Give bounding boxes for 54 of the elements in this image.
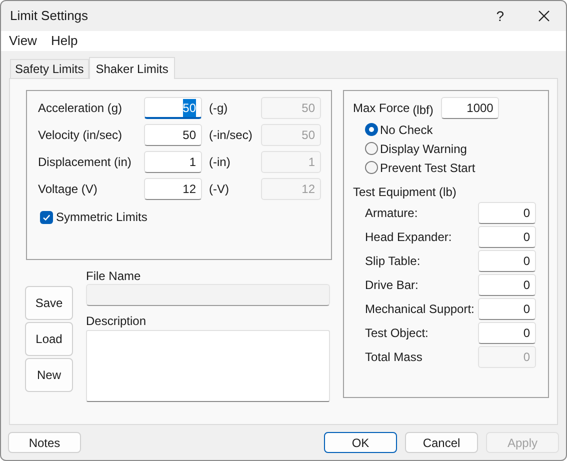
radio-button[interactable] bbox=[365, 123, 378, 136]
input-field[interactable]: 0 bbox=[478, 322, 536, 344]
field-label: Test Object: bbox=[365, 325, 430, 342]
radio-label: Display Warning bbox=[380, 140, 467, 158]
field-label: (-in) bbox=[209, 154, 232, 171]
unit-label: (lbf) bbox=[412, 102, 434, 119]
input-field[interactable]: 50 bbox=[144, 124, 202, 146]
field-label: Head Expander: bbox=[365, 229, 453, 246]
checkbox[interactable] bbox=[40, 210, 53, 224]
max-force-field[interactable]: 1000 bbox=[441, 97, 500, 119]
field-label: Slip Table: bbox=[365, 253, 422, 270]
input-field[interactable]: 1 bbox=[144, 151, 202, 173]
input-field[interactable]: 50 bbox=[144, 97, 202, 119]
field-label: Acceleration (g) bbox=[38, 100, 124, 117]
field-label: Armature: bbox=[365, 205, 419, 222]
field-label: Max Force bbox=[353, 100, 410, 117]
file-button[interactable]: Save bbox=[25, 286, 73, 320]
notes-button[interactable]: Notes bbox=[8, 432, 81, 453]
field-label: File Name bbox=[86, 268, 142, 284]
input-field[interactable]: 0 bbox=[478, 226, 536, 248]
input-field[interactable]: 0 bbox=[478, 202, 536, 224]
field-label: Description bbox=[86, 313, 148, 329]
field-label: Voltage (V) bbox=[38, 181, 98, 198]
file-button[interactable]: Load bbox=[25, 322, 73, 356]
input-field[interactable]: 0 bbox=[478, 250, 536, 272]
dialog-button[interactable]: OK bbox=[324, 432, 397, 453]
check-icon bbox=[42, 212, 51, 222]
field-label: Velocity (in/sec) bbox=[38, 127, 124, 144]
field-label: (-g) bbox=[209, 100, 229, 117]
close-icon[interactable] bbox=[538, 10, 550, 22]
help-button[interactable]: ? bbox=[496, 6, 504, 26]
input-field[interactable]: 0 bbox=[478, 274, 536, 296]
radio-label: Prevent Test Start bbox=[380, 160, 476, 176]
dialog-button[interactable]: Cancel bbox=[405, 432, 478, 453]
radio-label: No Check bbox=[380, 122, 433, 138]
window-title: Limit Settings bbox=[10, 7, 88, 26]
field-label: Total Mass bbox=[365, 349, 424, 366]
input-field[interactable]: 0 bbox=[478, 298, 536, 320]
field-label: Mechanical Support: bbox=[365, 301, 476, 318]
section-label: Test Equipment (lb) bbox=[353, 184, 458, 200]
field-label: Drive Bar: bbox=[365, 277, 420, 294]
radio-button[interactable] bbox=[365, 161, 378, 174]
field-label: Displacement (in) bbox=[38, 154, 132, 171]
field-label: (-in/sec) bbox=[209, 127, 254, 144]
menu-item[interactable]: Help bbox=[50, 31, 78, 51]
tab[interactable]: Shaker Limits bbox=[88, 57, 176, 79]
input-field[interactable]: 12 bbox=[144, 178, 202, 200]
description-field[interactable] bbox=[86, 330, 330, 402]
checkbox-label: Symmetric Limits bbox=[56, 209, 148, 226]
tab[interactable]: Safety Limits bbox=[10, 59, 89, 78]
field-label: (-V) bbox=[209, 181, 230, 198]
file-button[interactable]: New bbox=[25, 358, 73, 392]
menu-item[interactable]: View bbox=[9, 31, 37, 51]
radio-button[interactable] bbox=[365, 142, 378, 155]
